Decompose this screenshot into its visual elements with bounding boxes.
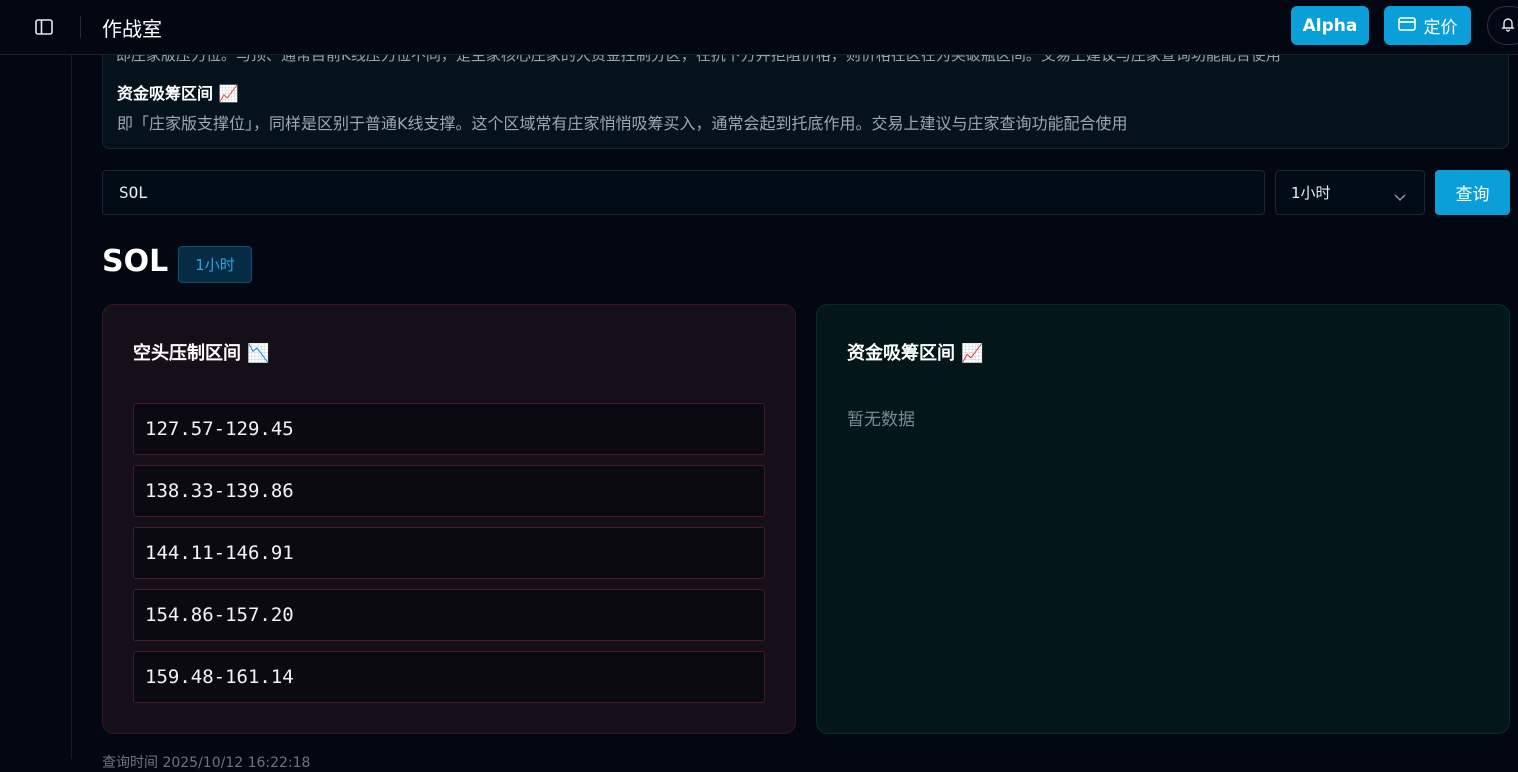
result-symbol: SOL	[102, 244, 169, 279]
pricing-label: 定价	[1423, 18, 1458, 38]
sidebar-toggle-icon[interactable]	[34, 17, 54, 37]
zone-range-row: 127.57-129.45	[133, 403, 765, 455]
empty-state-text: 暂无数据	[847, 410, 915, 430]
page-title: 作战室	[102, 17, 162, 41]
short-pressure-title: 空头压制区间 📉	[133, 343, 270, 364]
explanation-description: 即「庄家版支撑位」，同样是区别于普通K线支撑。这个区域常有庄家悄悄吸筹买入，通常…	[117, 114, 1128, 133]
notification-button[interactable]	[1487, 6, 1518, 45]
query-time-text: 查询时间 2025/10/12 16:22:18	[102, 755, 311, 771]
query-button[interactable]: 查询	[1435, 170, 1510, 215]
pricing-button[interactable]: 定价	[1384, 6, 1471, 45]
interval-select[interactable]: 1小时	[1275, 170, 1425, 215]
zone-range-row: 159.48-161.14	[133, 651, 765, 703]
short-pressure-card: 空头压制区间 📉 127.57-129.45 138.33-139.86 144…	[102, 304, 796, 734]
zone-range-row: 154.86-157.20	[133, 589, 765, 641]
header-divider	[80, 16, 81, 38]
interval-select-value: 1小时	[1291, 184, 1331, 202]
interval-badge: 1小时	[178, 246, 252, 283]
short-pressure-list: 127.57-129.45 138.33-139.86 144.11-146.9…	[133, 403, 765, 713]
explanation-heading: 资金吸筹区间 📈	[117, 84, 239, 103]
accumulation-card: 资金吸筹区间 📈 暂无数据	[816, 304, 1510, 734]
chevron-down-icon	[1394, 188, 1406, 206]
left-sidebar	[0, 55, 72, 759]
zone-range-row: 144.11-146.91	[133, 527, 765, 579]
symbol-input[interactable]	[102, 170, 1265, 215]
card-icon	[1397, 16, 1416, 36]
top-bar: 作战室 Alpha 定价	[0, 0, 1518, 55]
alpha-button[interactable]: Alpha	[1291, 6, 1369, 45]
accumulation-title: 资金吸筹区间 📈	[847, 343, 984, 364]
bell-icon	[1500, 16, 1516, 36]
zone-range-row: 138.33-139.86	[133, 465, 765, 517]
